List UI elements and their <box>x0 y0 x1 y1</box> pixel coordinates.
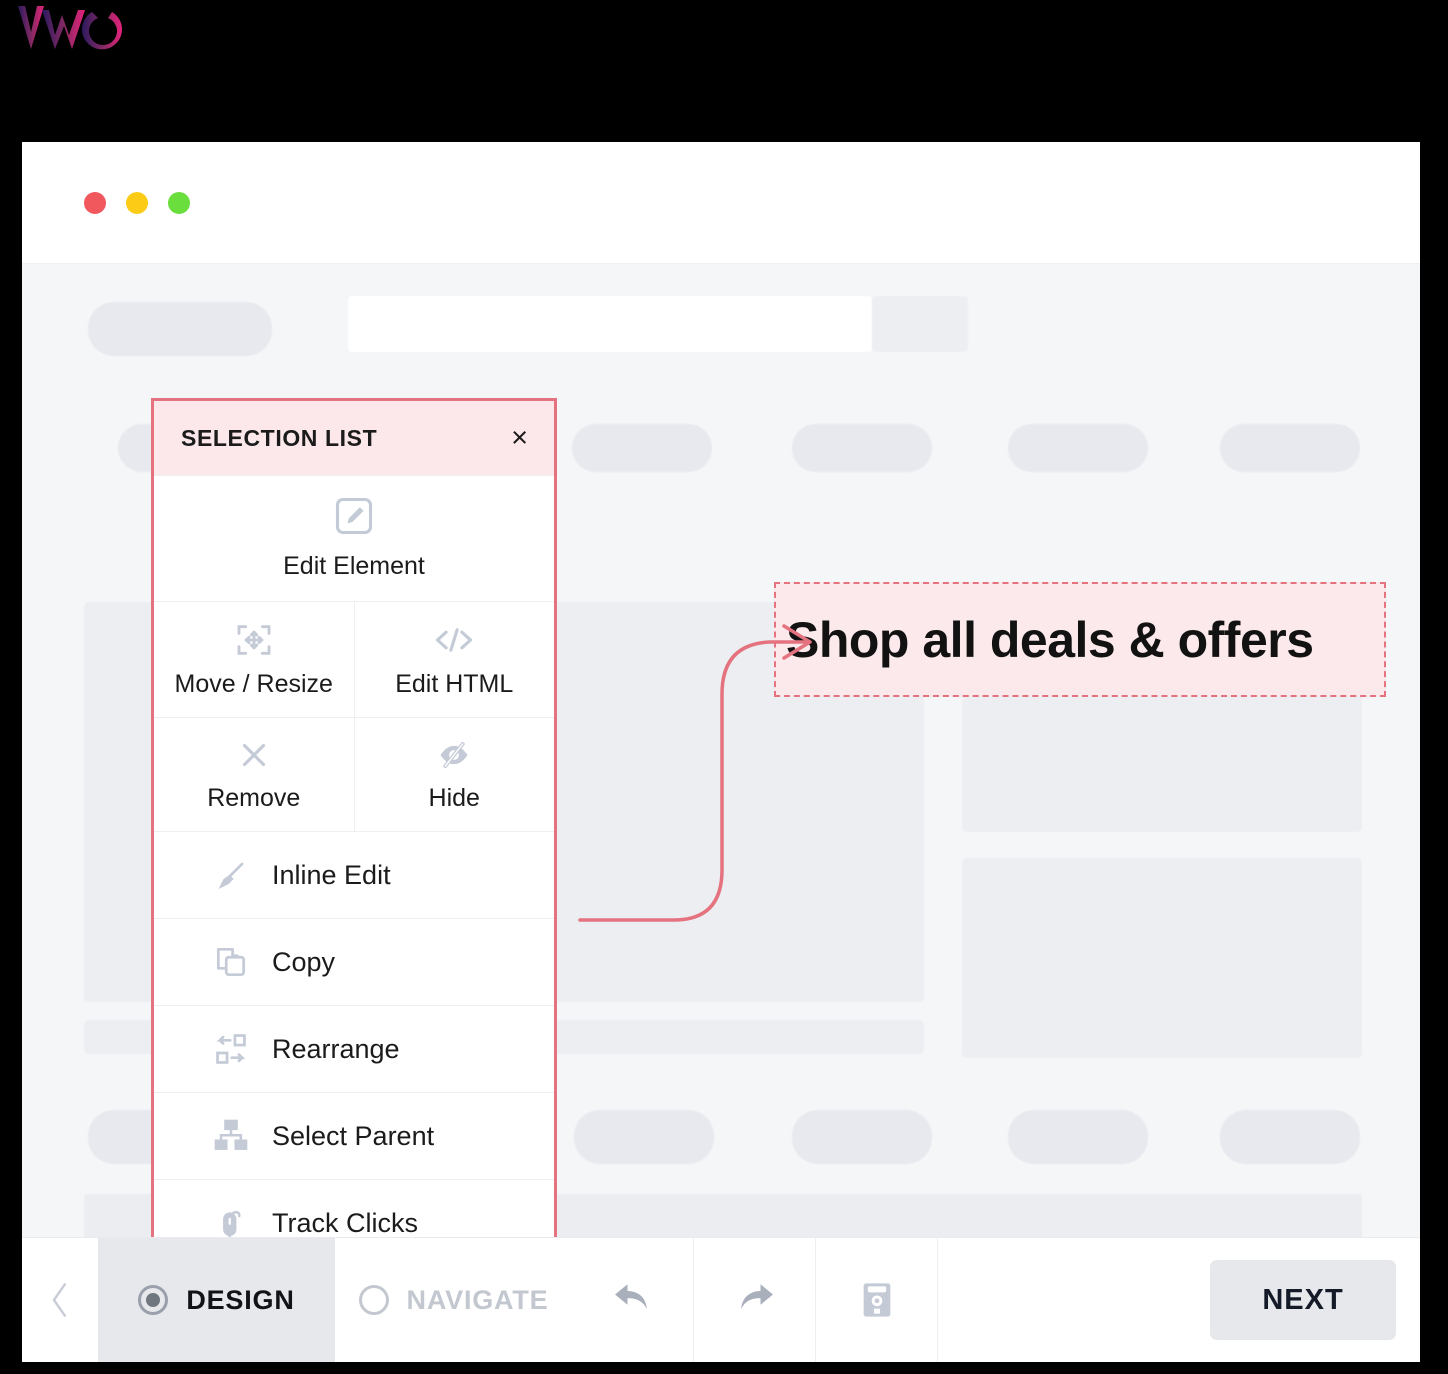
radio-navigate-icon <box>358 1285 389 1315</box>
black-left-band <box>0 140 22 1374</box>
skeleton-nav-pill[interactable] <box>572 424 712 472</box>
menu-label: Rearrange <box>272 1033 400 1064</box>
redo-icon <box>740 1284 773 1310</box>
menu-label: Hide <box>428 784 480 812</box>
edit-element-icon <box>332 494 376 538</box>
maximize-dot[interactable] <box>168 192 190 214</box>
radio-design-icon <box>138 1285 169 1315</box>
editor-toolbar: DESIGN NAVIGATE NEXT <box>22 1237 1420 1362</box>
skeleton-nav-pill[interactable] <box>1220 424 1360 472</box>
connector-arrow <box>578 624 812 922</box>
menu-item-inline-edit[interactable]: Inline Edit <box>154 831 554 918</box>
tab-navigate[interactable]: NAVIGATE <box>335 1238 572 1362</box>
panel-header: SELECTION LIST × <box>154 401 554 475</box>
menu-label: Track Clicks <box>272 1207 418 1238</box>
menu-label: Move / Resize <box>174 670 333 698</box>
tab-design-label: DESIGN <box>186 1284 295 1315</box>
skeleton-footer-pill[interactable] <box>1220 1110 1360 1164</box>
menu-label: Edit HTML <box>395 670 514 698</box>
menu-label: Select Parent <box>272 1120 435 1151</box>
copy-icon <box>212 943 250 981</box>
menu-label: Edit Element <box>283 552 425 580</box>
close-icon[interactable]: × <box>511 423 528 453</box>
highlighted-target-element[interactable]: Shop all deals & offers <box>774 582 1386 697</box>
menu-row-move-html: Move / Resize Edit HTML <box>154 601 554 717</box>
selection-list-panel: SELECTION LIST × Edit Element Move / Res… <box>151 398 557 1269</box>
tab-navigate-label: NAVIGATE <box>406 1284 549 1315</box>
screenshot-root: Shop all deals & offers SELECTION LIST ×… <box>0 0 1448 1374</box>
skeleton-footer-pill[interactable] <box>574 1110 714 1164</box>
next-button[interactable]: NEXT <box>1210 1260 1396 1340</box>
menu-item-edit-html[interactable]: Edit HTML <box>353 602 555 717</box>
menu-item-select-parent[interactable]: Select Parent <box>154 1092 554 1179</box>
back-button[interactable] <box>22 1238 98 1362</box>
skeleton-search-bar[interactable] <box>348 296 872 352</box>
menu-row-remove-hide: Remove Hide <box>154 717 554 831</box>
chevron-left-icon <box>52 1283 67 1317</box>
sitemap-icon <box>212 1117 250 1155</box>
rearrange-icon <box>212 1030 250 1068</box>
skeleton-nav-pill[interactable] <box>1008 424 1148 472</box>
eye-slash-icon <box>434 736 474 774</box>
menu-item-hide[interactable]: Hide <box>353 718 555 831</box>
move-resize-icon <box>234 620 274 660</box>
brush-icon <box>212 856 250 894</box>
redo-button[interactable] <box>694 1238 816 1362</box>
close-x-icon <box>235 736 273 774</box>
undo-icon <box>614 1284 647 1310</box>
menu-item-remove[interactable]: Remove <box>154 718 354 831</box>
menu-label: Remove <box>207 784 301 812</box>
skeleton-side-block <box>962 858 1362 1058</box>
skeleton-footer-pill[interactable] <box>792 1110 932 1164</box>
skeleton-logo <box>88 302 272 356</box>
skeleton-footer-pill[interactable] <box>1008 1110 1148 1164</box>
skeleton-nav-pill[interactable] <box>792 424 932 472</box>
black-header-band <box>0 0 1448 140</box>
close-dot[interactable] <box>84 192 106 214</box>
menu-item-rearrange[interactable]: Rearrange <box>154 1005 554 1092</box>
menu-item-edit-element[interactable]: Edit Element <box>154 475 554 601</box>
window-controls <box>84 192 190 214</box>
menu-label: Inline Edit <box>272 859 391 890</box>
menu-label: Copy <box>272 946 336 977</box>
vwo-logo <box>18 6 122 50</box>
black-right-band <box>1420 140 1448 1374</box>
save-icon <box>863 1283 890 1317</box>
code-icon <box>432 620 476 660</box>
save-button[interactable] <box>816 1238 938 1362</box>
browser-chrome <box>22 142 1420 264</box>
skeleton-search-button[interactable] <box>872 296 968 352</box>
black-footer-band <box>0 1362 1448 1374</box>
panel-title: SELECTION LIST <box>181 424 378 451</box>
tab-design[interactable]: DESIGN <box>98 1238 335 1362</box>
menu-item-move-resize[interactable]: Move / Resize <box>154 602 354 717</box>
undo-button[interactable] <box>572 1238 694 1362</box>
target-text: Shop all deals & offers <box>786 611 1314 668</box>
minimize-dot[interactable] <box>126 192 148 214</box>
menu-item-copy[interactable]: Copy <box>154 918 554 1005</box>
